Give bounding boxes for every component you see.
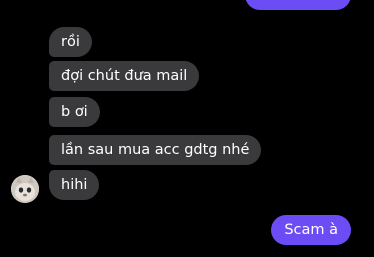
sender-avatar[interactable] — [11, 175, 39, 203]
incoming-message-bubble[interactable]: hihi — [49, 170, 100, 200]
message-text: hihi — [61, 177, 88, 193]
incoming-message-bubble[interactable]: lần sau mua acc gdtg nhé — [49, 135, 262, 165]
message-text: rồi — [61, 34, 80, 50]
message-text: đợi chút đưa mail — [61, 68, 188, 84]
message-text: Scam à — [284, 222, 338, 238]
conversation-view: rồi đợi chút đưa mail b ơi lần sau mua a… — [0, 0, 374, 257]
incoming-message-bubble[interactable]: rồi — [49, 27, 92, 57]
message-text: lần sau mua acc gdtg nhé — [61, 142, 250, 158]
incoming-message-bubble[interactable]: đợi chút đưa mail — [49, 61, 200, 91]
outgoing-message-bubble[interactable]: Scam à — [271, 215, 351, 245]
outgoing-message-bubble-partial[interactable] — [245, 0, 351, 10]
message-text: b ơi — [61, 104, 88, 120]
cat-avatar-icon — [11, 175, 39, 203]
incoming-message-bubble[interactable]: b ơi — [49, 97, 100, 127]
